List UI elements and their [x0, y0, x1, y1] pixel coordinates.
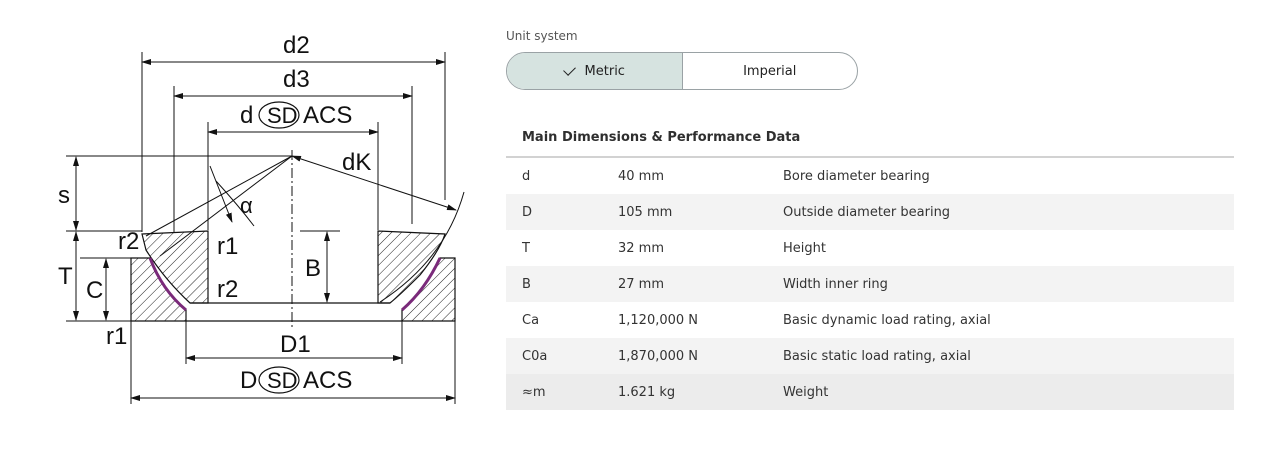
svg-text:SD: SD: [267, 103, 298, 128]
svg-text:α: α: [240, 193, 253, 218]
svg-text:T: T: [58, 263, 73, 290]
svg-text:ACS: ACS: [303, 102, 352, 129]
svg-text:d: d: [240, 102, 253, 129]
dimension-line-dk: [291, 155, 457, 211]
table-row: D 105 mm Outside diameter bearing: [506, 194, 1234, 230]
table-row: T 32 mm Height: [522, 240, 826, 256]
svg-text:r2: r2: [217, 276, 238, 303]
svg-text:s: s: [58, 182, 70, 209]
check-icon: [562, 63, 576, 76]
table-row: d 40 mm Bore diameter bearing: [522, 168, 930, 184]
metric-button[interactable]: Metric: [507, 53, 683, 89]
table-row: ≈m 1.621 kg Weight: [506, 374, 1234, 410]
dimensions-table: d 40 mm Bore diameter bearing D 105 mm O…: [506, 158, 1234, 410]
svg-text:d3: d3: [283, 66, 310, 93]
svg-text:r1: r1: [217, 233, 238, 260]
table-row: C0a 1,870,000 N Basic static load rating…: [506, 338, 1234, 374]
unit-system-label: Unit system: [506, 29, 578, 43]
imperial-button[interactable]: Imperial: [683, 53, 858, 89]
svg-text:B: B: [305, 255, 321, 282]
svg-text:r1: r1: [106, 323, 127, 350]
label-d2: d2: [283, 32, 310, 59]
table-row: B 27 mm Width inner ring: [506, 266, 1234, 302]
svg-text:ACS: ACS: [303, 367, 352, 394]
svg-text:C: C: [86, 277, 103, 304]
table-row: Ca 1,120,000 N Basic dynamic load rating…: [522, 312, 991, 328]
svg-text:dK: dK: [342, 149, 371, 176]
svg-text:d2: d2: [283, 32, 310, 59]
unit-system-toggle: Metric Imperial: [506, 52, 858, 90]
svg-text:SD: SD: [267, 368, 298, 393]
svg-text:r2: r2: [118, 228, 139, 255]
table-title: Main Dimensions & Performance Data: [506, 128, 1234, 158]
svg-text:D: D: [240, 367, 257, 394]
data-panel: Unit system Metric Imperial Main Dimensi…: [506, 28, 1234, 410]
bearing-cross-section-drawing: d2 d3 d SD ACS dK α s T C B r1 r2 r2 r1 …: [58, 32, 465, 404]
svg-text:D1: D1: [280, 331, 311, 358]
